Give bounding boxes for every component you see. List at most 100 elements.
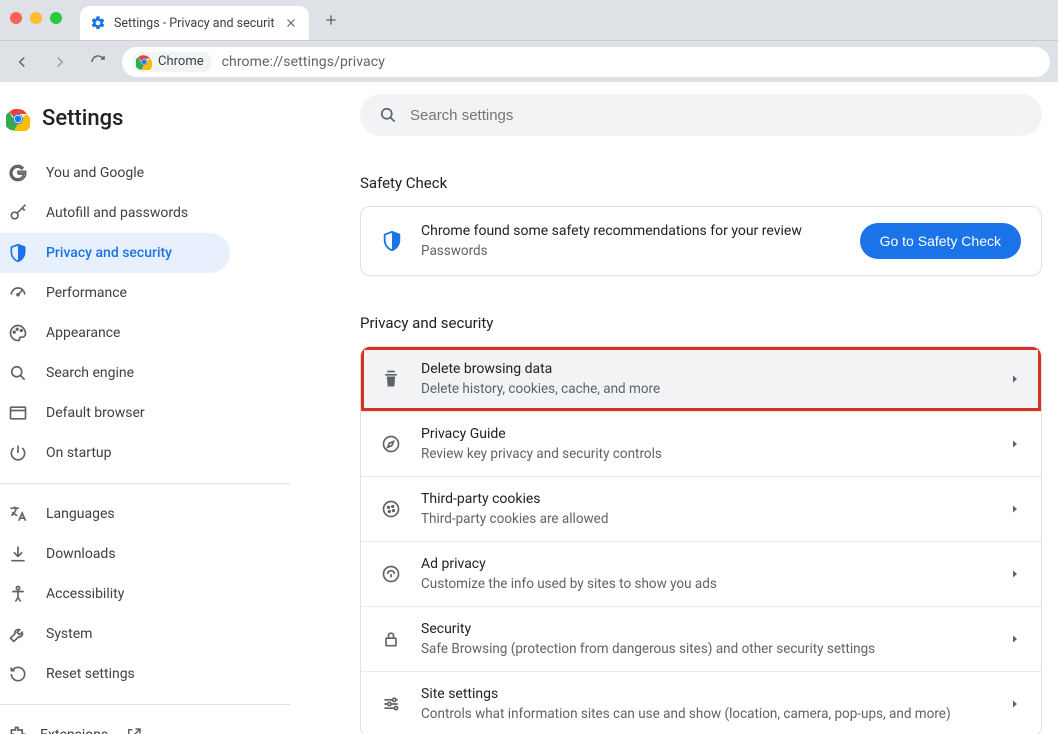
sidebar-item-label: Languages — [46, 506, 115, 522]
sidebar-item-label: Autofill and passwords — [46, 205, 188, 221]
sidebar-item-autofill[interactable]: Autofill and passwords — [0, 193, 302, 233]
browser-icon — [8, 403, 28, 423]
shield-icon — [8, 243, 28, 263]
speedometer-icon — [8, 283, 28, 303]
sidebar-item-label: Search engine — [46, 365, 134, 381]
palette-icon — [8, 323, 28, 343]
privacy-card: Delete browsing data Delete history, coo… — [360, 346, 1042, 734]
sidebar-item-label: System — [46, 626, 92, 642]
row-title: Ad privacy — [421, 556, 989, 572]
sidebar-item-label: Reset settings — [46, 666, 135, 682]
search-icon — [378, 105, 398, 125]
sidebar-item-reset[interactable]: Reset settings — [0, 654, 302, 694]
tune-icon — [381, 694, 401, 714]
chrome-logo-icon — [6, 107, 30, 131]
sidebar-item-you-and-google[interactable]: You and Google — [0, 153, 302, 193]
brand: Settings — [0, 98, 308, 153]
power-icon — [8, 443, 28, 463]
search-icon — [8, 363, 28, 383]
settings-sidebar: Settings You and Google Autofill and pas… — [0, 82, 308, 734]
open-in-new-icon — [124, 725, 144, 734]
reload-button[interactable] — [84, 48, 112, 76]
row-sub: Review key privacy and security controls — [421, 446, 989, 462]
google-g-icon — [8, 163, 28, 183]
address-bar[interactable]: Chrome chrome://settings/privacy — [122, 47, 1050, 77]
window-close-button[interactable] — [10, 12, 22, 24]
row-sub: Controls what information sites can use … — [421, 706, 989, 722]
row-security[interactable]: Security Safe Browsing (protection from … — [361, 606, 1041, 671]
divider — [0, 483, 290, 484]
sidebar-item-downloads[interactable]: Downloads — [0, 534, 302, 574]
go-to-safety-check-button[interactable]: Go to Safety Check — [860, 223, 1021, 259]
cookie-icon — [381, 499, 401, 519]
forward-button[interactable] — [46, 48, 74, 76]
sidebar-item-privacy[interactable]: Privacy and security — [0, 233, 230, 273]
browser-toolbar: Chrome chrome://settings/privacy — [0, 40, 1058, 82]
search-settings[interactable] — [360, 94, 1042, 136]
sidebar-item-label: Downloads — [46, 546, 116, 562]
sidebar-item-default-browser[interactable]: Default browser — [0, 393, 302, 433]
window-controls — [10, 12, 62, 24]
trash-icon — [381, 369, 401, 389]
window-minimize-button[interactable] — [30, 12, 42, 24]
tab-title: Settings - Privacy and securit — [114, 16, 275, 31]
safety-check-card: Chrome found some safety recommendations… — [360, 206, 1042, 276]
sidebar-item-search-engine[interactable]: Search engine — [0, 353, 302, 393]
translate-icon — [8, 504, 28, 524]
divider — [0, 704, 290, 705]
row-delete-browsing-data[interactable]: Delete browsing data Delete history, coo… — [361, 347, 1041, 411]
row-ad-privacy[interactable]: Ad privacy Customize the info used by si… — [361, 541, 1041, 606]
compass-icon — [381, 434, 401, 454]
window-titlebar: Settings - Privacy and securit — [0, 0, 1058, 40]
sidebar-item-label: You and Google — [46, 165, 144, 181]
chevron-right-icon — [1009, 698, 1021, 710]
sidebar-item-on-startup[interactable]: On startup — [0, 433, 302, 473]
sidebar-item-extensions[interactable]: Extensions — [0, 715, 302, 734]
section-privacy-title: Privacy and security — [360, 314, 1042, 332]
tab-close-button[interactable] — [283, 15, 299, 31]
sidebar-item-languages[interactable]: Languages — [0, 494, 302, 534]
sidebar-item-appearance[interactable]: Appearance — [0, 313, 302, 353]
row-sub: Safe Browsing (protection from dangerous… — [421, 641, 989, 657]
safety-sub: Passwords — [421, 243, 842, 259]
site-chip[interactable]: Chrome — [132, 52, 212, 72]
settings-main: Safety Check Chrome found some safety re… — [308, 82, 1058, 734]
row-title: Privacy Guide — [421, 426, 989, 442]
row-third-party-cookies[interactable]: Third-party cookies Third-party cookies … — [361, 476, 1041, 541]
sidebar-item-accessibility[interactable]: Accessibility — [0, 574, 302, 614]
back-button[interactable] — [8, 48, 36, 76]
restore-icon — [8, 664, 28, 684]
sidebar-item-label: Appearance — [46, 325, 120, 341]
new-tab-button[interactable] — [317, 6, 345, 34]
window-zoom-button[interactable] — [50, 12, 62, 24]
download-icon — [8, 544, 28, 564]
wrench-icon — [8, 624, 28, 644]
url-text: chrome://settings/privacy — [222, 54, 385, 70]
browser-tab[interactable]: Settings - Privacy and securit — [80, 6, 309, 40]
chevron-right-icon — [1009, 373, 1021, 385]
shield-icon — [381, 230, 403, 252]
extension-icon — [8, 725, 28, 734]
sidebar-item-label: Performance — [46, 285, 127, 301]
site-chip-label: Chrome — [158, 54, 204, 69]
sidebar-item-label: On startup — [46, 445, 112, 461]
accessibility-icon — [8, 584, 28, 604]
key-icon — [8, 203, 28, 223]
row-title: Third-party cookies — [421, 491, 989, 507]
search-input[interactable] — [410, 107, 1024, 124]
row-site-settings[interactable]: Site settings Controls what information … — [361, 671, 1041, 734]
row-title: Site settings — [421, 686, 989, 702]
page-title: Settings — [42, 106, 123, 131]
chevron-right-icon — [1009, 568, 1021, 580]
row-privacy-guide[interactable]: Privacy Guide Review key privacy and sec… — [361, 411, 1041, 476]
sidebar-item-label: Default browser — [46, 405, 145, 421]
chevron-right-icon — [1009, 438, 1021, 450]
chevron-right-icon — [1009, 633, 1021, 645]
sidebar-item-system[interactable]: System — [0, 614, 302, 654]
gear-icon — [90, 15, 106, 31]
sidebar-item-performance[interactable]: Performance — [0, 273, 302, 313]
row-title: Delete browsing data — [421, 361, 989, 377]
row-sub: Delete history, cookies, cache, and more — [421, 381, 989, 397]
sidebar-item-label: Accessibility — [46, 586, 124, 602]
safety-heading: Chrome found some safety recommendations… — [421, 223, 842, 239]
